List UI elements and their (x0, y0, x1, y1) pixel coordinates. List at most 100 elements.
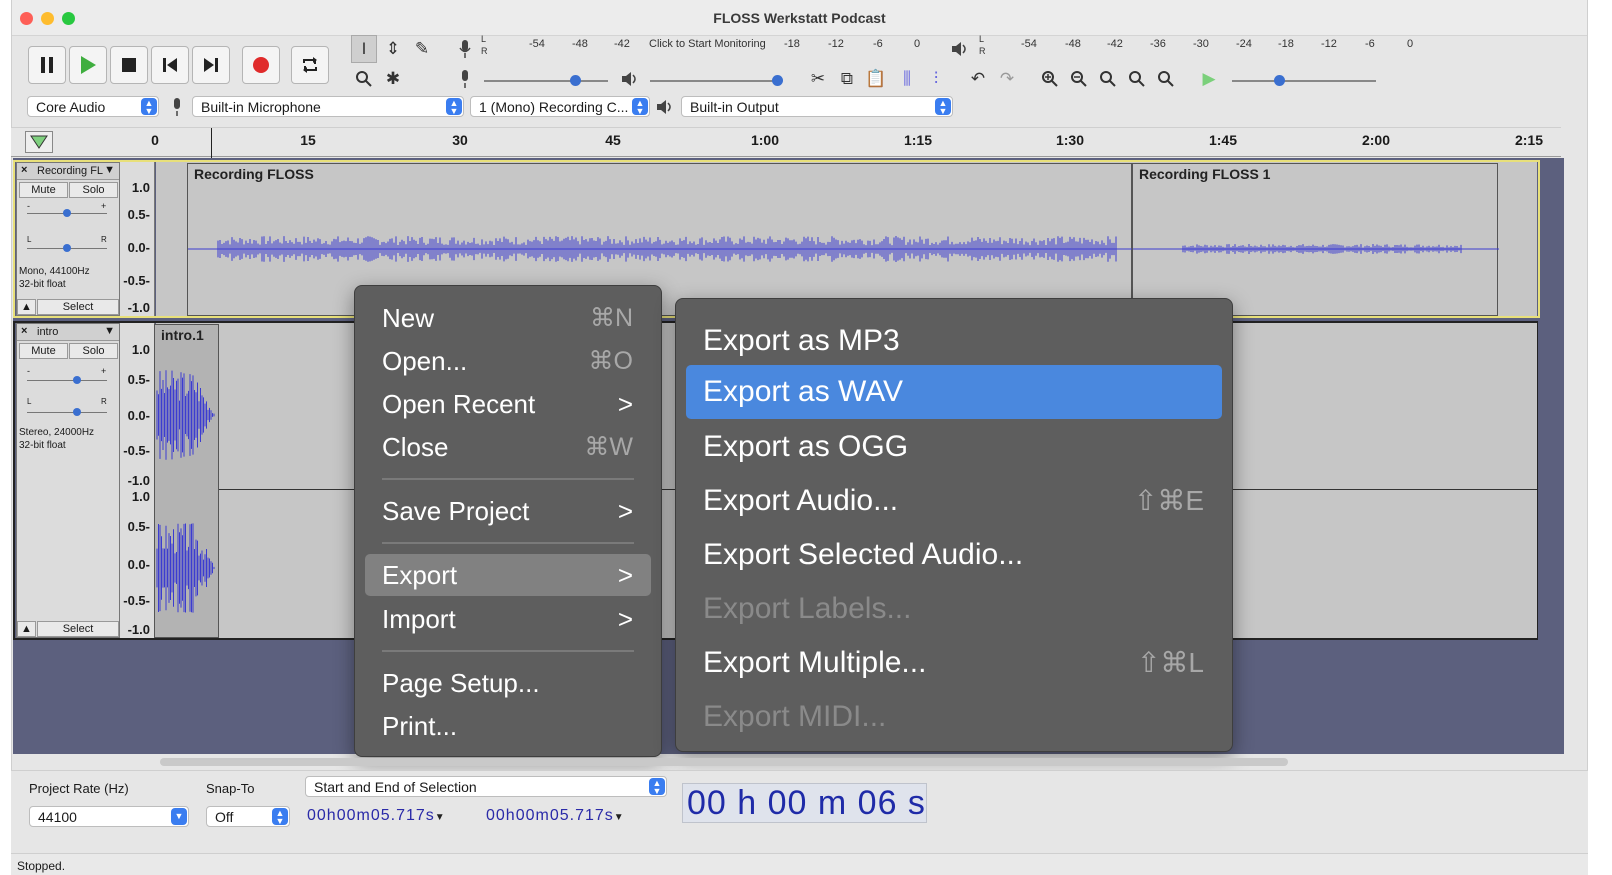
slider-thumb[interactable] (63, 209, 71, 217)
slider-thumb[interactable] (63, 244, 71, 252)
audio-clip[interactable]: Recording FLOSS 1 (1132, 163, 1499, 316)
audio-clip[interactable]: intro.1 (154, 324, 219, 638)
menu-item-open[interactable]: Open... ⌘O (365, 340, 651, 382)
silence-icon[interactable]: ⫶ (923, 65, 949, 93)
close-track-icon[interactable]: × (21, 325, 27, 337)
clip-name[interactable]: Recording FLOSS (194, 166, 314, 182)
skip-to-end-button[interactable] (192, 46, 230, 84)
export-submenu[interactable]: Export as MP3 Export as WAV Export as OG… (675, 298, 1233, 752)
pan-slider[interactable] (27, 244, 107, 252)
selection-start-time[interactable]: 00h00m05.717s▼ (307, 807, 477, 828)
menu-item-export-selected-audio[interactable]: Export Selected Audio... (686, 531, 1222, 579)
fit-selection-icon[interactable] (1095, 65, 1121, 93)
undo-icon[interactable]: ↶ (965, 65, 991, 93)
redo-icon[interactable]: ↷ (994, 65, 1020, 93)
zoom-out-icon[interactable] (1066, 65, 1092, 93)
output-device-select[interactable]: Built-in Output ▲ ▼ (681, 96, 953, 117)
play-speed-slider[interactable] (1232, 75, 1376, 86)
speaker-meter-icon[interactable] (947, 35, 973, 63)
zoom-in-icon[interactable] (1037, 65, 1063, 93)
timeline-ruler[interactable]: 0 15 30 45 1:00 1:15 1:30 1:45 2:00 2:15 (11, 127, 1561, 158)
collapse-track-icon[interactable]: ▲ (17, 299, 36, 315)
copy-icon[interactable]: ⧉ (834, 65, 860, 93)
select-track-button[interactable]: Select (37, 299, 119, 315)
menu-item-export[interactable]: Export > (365, 554, 651, 596)
menu-item-new[interactable]: New ⌘N (365, 297, 651, 339)
close-track-icon[interactable]: × (21, 164, 27, 176)
collapse-track-icon[interactable]: ▲ (17, 621, 36, 637)
pause-button[interactable] (28, 46, 66, 84)
draw-tool-icon[interactable]: ✎ (409, 35, 435, 63)
stop-button[interactable] (110, 46, 148, 84)
clip-name[interactable]: Recording FLOSS 1 (1139, 166, 1270, 182)
selection-tool-icon[interactable]: I (351, 35, 377, 63)
solo-button[interactable]: Solo (69, 343, 118, 359)
menu-item-export-audio[interactable]: Export Audio... ⇧⌘E (686, 477, 1222, 525)
snap-to-select[interactable]: Off ▲ ▼ (206, 806, 290, 827)
play-button[interactable] (69, 46, 107, 84)
slider-thumb[interactable] (772, 75, 783, 86)
track-control-panel[interactable]: × intro ▼ Mute Solo - + L R Stereo, 2400… (16, 323, 120, 638)
mute-button[interactable]: Mute (19, 182, 68, 198)
record-meter[interactable]: L R -54 -48 -42 Click to Start Monitorin… (481, 34, 927, 56)
menu-item-page-setup[interactable]: Page Setup... (365, 662, 651, 704)
menu-item-import[interactable]: Import > (365, 598, 651, 640)
skip-to-start-button[interactable] (151, 46, 189, 84)
playback-meter[interactable]: L R -54 -48 -42 -36 -30 -24 -18 -12 -6 0 (979, 34, 1439, 56)
slider-thumb[interactable] (570, 75, 581, 86)
menu-item-export-mp3[interactable]: Export as MP3 (686, 317, 1222, 365)
loop-button[interactable] (291, 46, 329, 84)
playback-volume-slider[interactable] (650, 75, 783, 86)
menu-item-export-wav[interactable]: Export as WAV (686, 365, 1222, 419)
paste-icon[interactable]: 📋 (863, 65, 889, 93)
menu-item-close[interactable]: Close ⌘W (365, 426, 651, 468)
menu-item-save-project[interactable]: Save Project > (365, 490, 651, 532)
track-menu-chevron-icon[interactable]: ▼ (104, 325, 115, 337)
cut-icon[interactable]: ✂ (805, 65, 831, 93)
slider-thumb[interactable] (73, 408, 81, 416)
track-name[interactable]: intro (37, 326, 58, 338)
project-rate-select[interactable]: 44100 ▼ (29, 806, 189, 827)
zoom-toggle-icon[interactable] (1153, 65, 1179, 93)
file-menu[interactable]: New ⌘N Open... ⌘O Open Recent > Close ⌘W Sav… (354, 285, 662, 757)
trim-icon[interactable]: ⫼ (894, 65, 920, 93)
track-control-panel[interactable]: × Recording FL ▼ Mute Solo - + L R Mono,… (16, 162, 120, 316)
monitoring-prompt[interactable]: Click to Start Monitoring (649, 38, 766, 50)
selection-end-time[interactable]: 00h00m05.717s▼ (486, 807, 656, 828)
audio-position-display[interactable]: 00 h 00 m 06 s (682, 783, 927, 823)
chevron-down-icon[interactable]: ▼ (614, 812, 625, 823)
track-header[interactable]: × Recording FL ▼ (17, 163, 119, 180)
track-name[interactable]: Recording FL (37, 165, 103, 177)
mute-button[interactable]: Mute (19, 343, 68, 359)
horizontal-scrollbar[interactable] (160, 758, 1288, 766)
menu-item-export-ogg[interactable]: Export as OGG (686, 423, 1222, 471)
envelope-tool-icon[interactable]: ⇕ (380, 35, 406, 63)
track-menu-chevron-icon[interactable]: ▼ (104, 164, 115, 176)
gain-slider[interactable] (27, 209, 107, 217)
chevron-down-icon[interactable]: ▼ (435, 812, 446, 823)
timeline-options-button[interactable] (25, 131, 53, 153)
zoom-tool-icon[interactable] (351, 65, 377, 93)
audio-host-select[interactable]: Core Audio ▲ ▼ (27, 96, 159, 117)
fit-project-icon[interactable] (1124, 65, 1150, 93)
input-device-select[interactable]: Built-in Microphone ▲ ▼ (192, 96, 464, 117)
menu-item-print[interactable]: Print... (365, 705, 651, 747)
menu-item-export-multiple[interactable]: Export Multiple... ⇧⌘L (686, 639, 1222, 687)
menu-item-label: Export (382, 560, 458, 590)
clip-name[interactable]: intro.1 (161, 327, 204, 343)
record-volume-slider[interactable] (484, 75, 608, 86)
play-at-speed-icon[interactable]: ▶ (1196, 65, 1222, 93)
select-track-button[interactable]: Select (37, 621, 119, 637)
selection-mode-select[interactable]: Start and End of Selection ▲ ▼ (305, 776, 667, 797)
solo-button[interactable]: Solo (69, 182, 118, 198)
slider-thumb[interactable] (73, 376, 81, 384)
microphone-meter-icon[interactable] (452, 35, 478, 63)
pan-slider[interactable] (27, 408, 107, 416)
multi-tool-icon[interactable]: ✱ (380, 65, 406, 93)
gain-slider[interactable] (27, 376, 107, 384)
record-button[interactable] (242, 46, 280, 84)
track-header[interactable]: × intro ▼ (17, 324, 119, 341)
slider-thumb[interactable] (1274, 75, 1285, 86)
menu-item-open-recent[interactable]: Open Recent > (365, 383, 651, 425)
channels-select[interactable]: 1 (Mono) Recording C... ▲ ▼ (470, 96, 650, 117)
